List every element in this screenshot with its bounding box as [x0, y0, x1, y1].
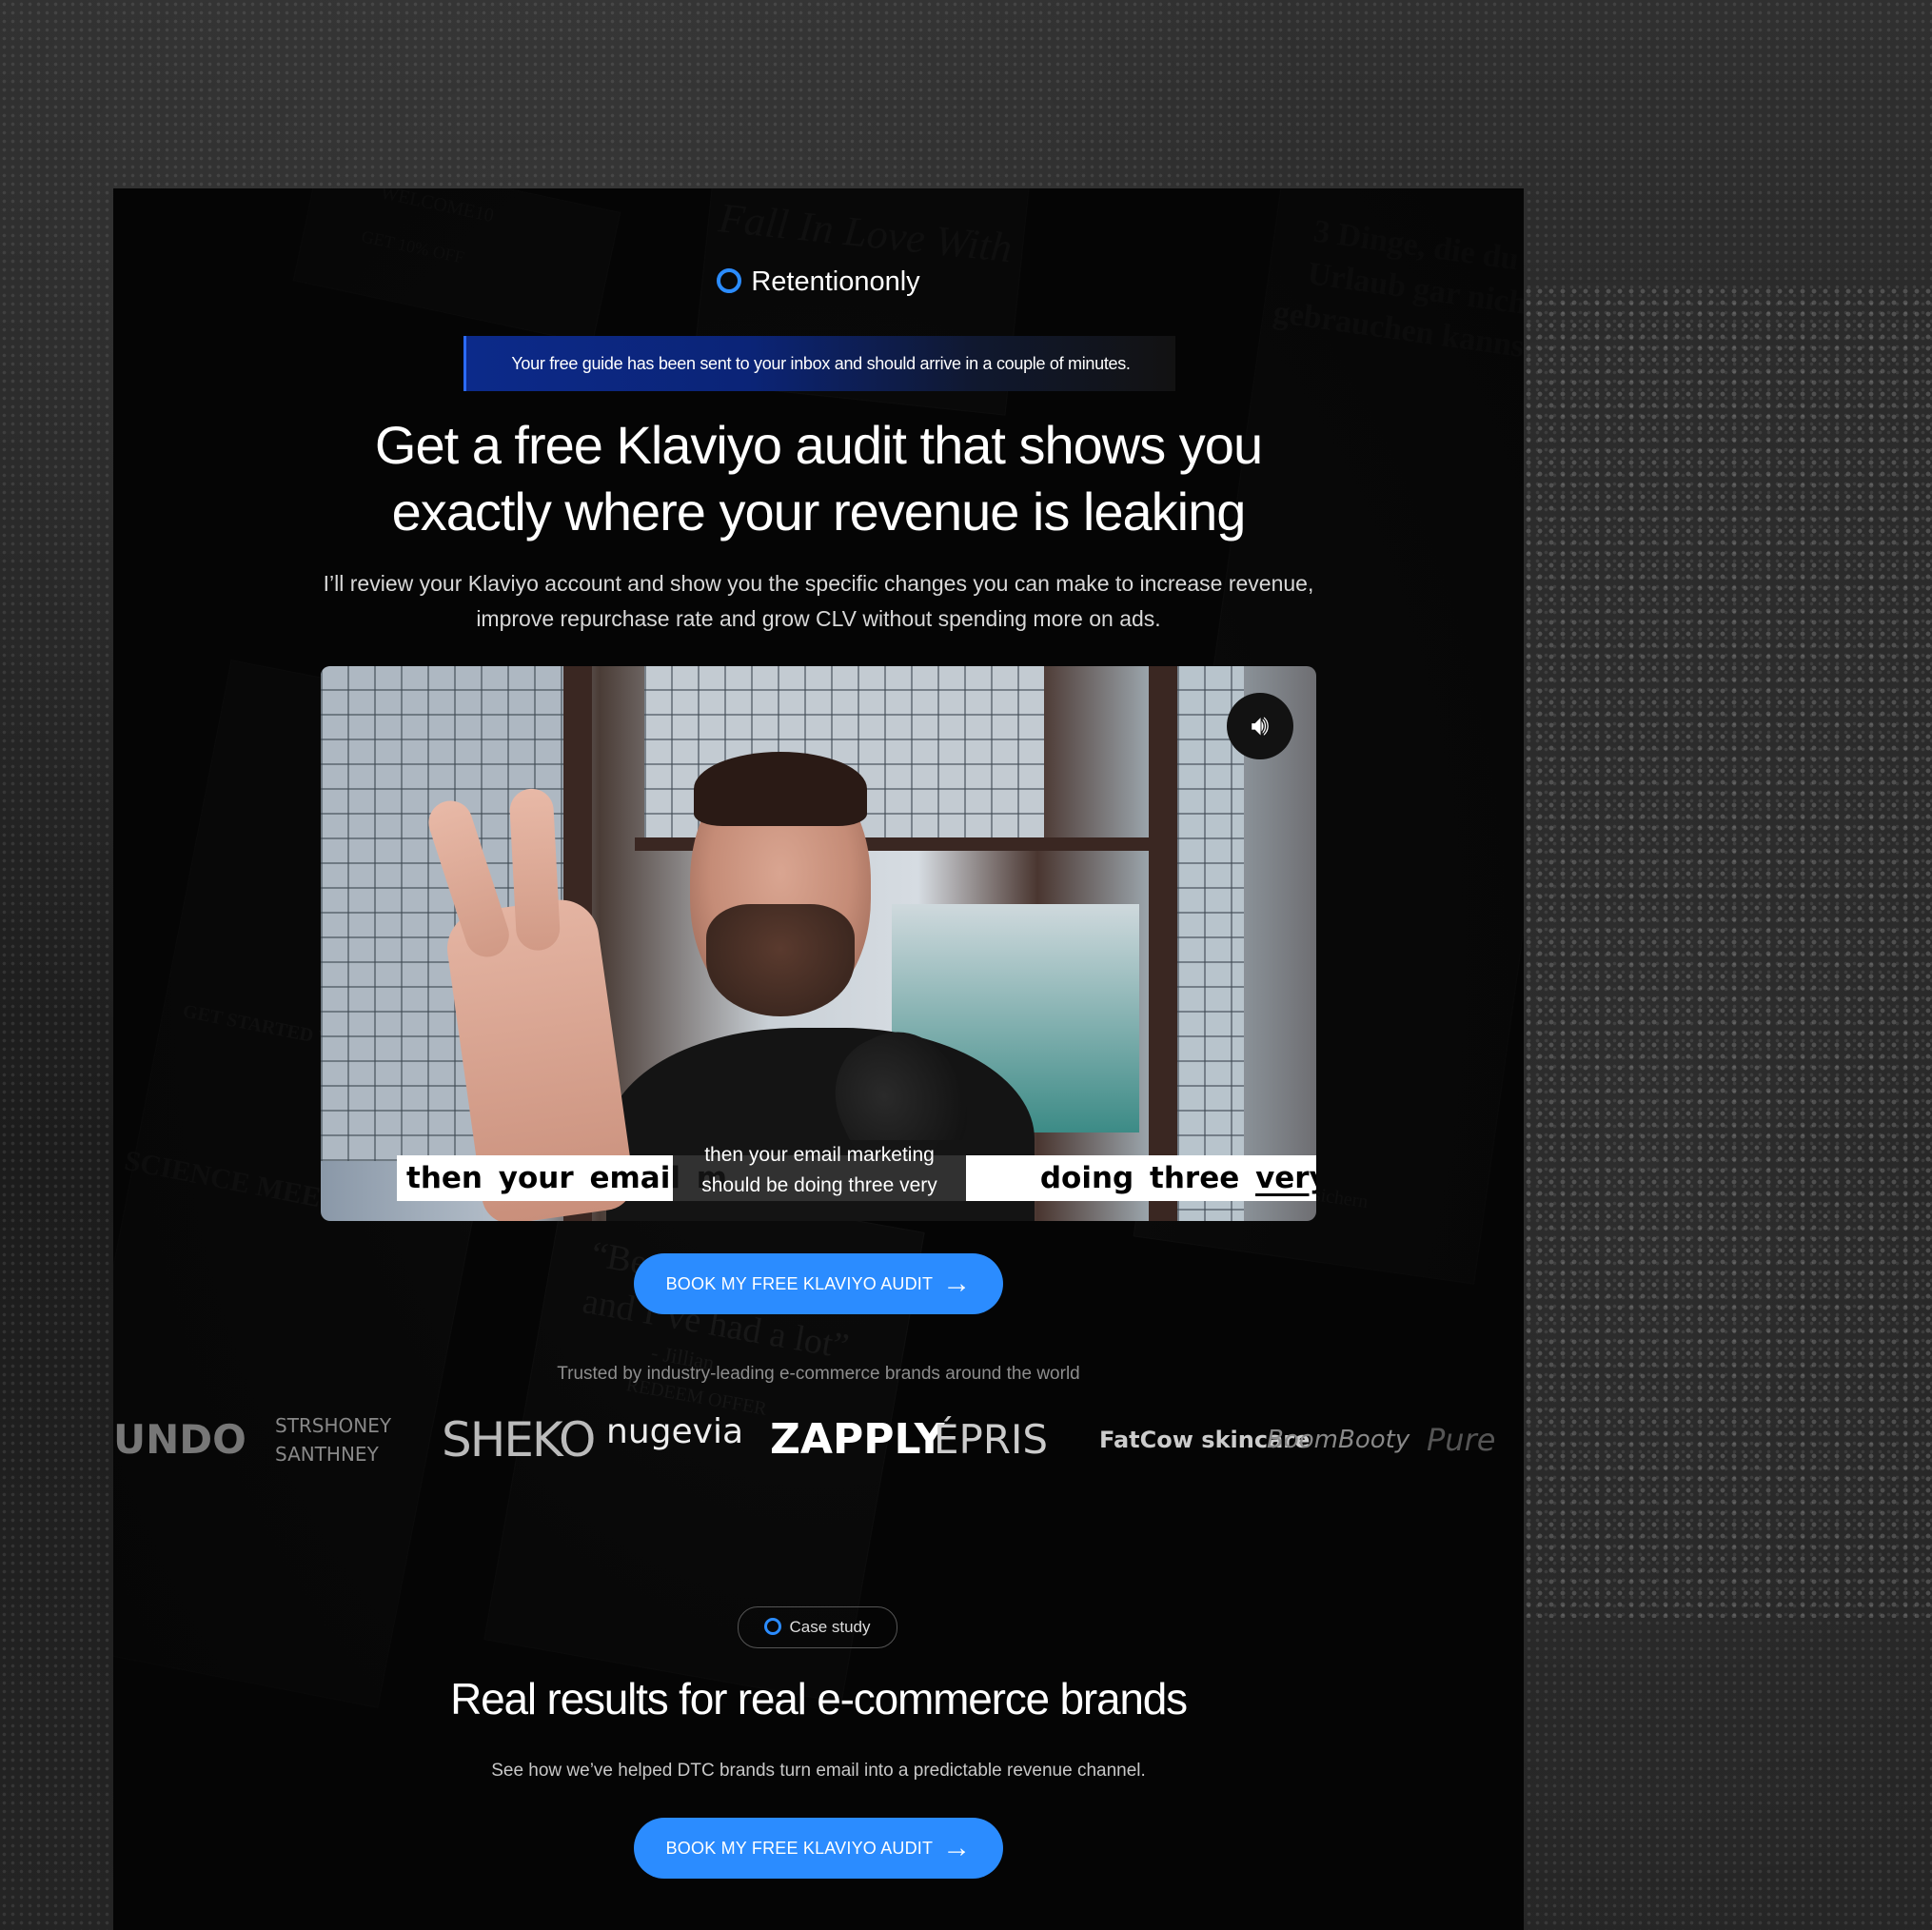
ring-icon [764, 1618, 782, 1635]
brand-logo[interactable]: Retentiononly [113, 266, 1524, 298]
logo-zapply: ZAPPLY [770, 1415, 945, 1464]
person-beard [706, 904, 855, 1016]
logo-sheko: SHEKO [442, 1412, 596, 1467]
arrow-right-icon: → [942, 1268, 972, 1299]
hero-title: Get a free Klaviyo audit that shows you … [374, 415, 1263, 542]
building-right [1177, 666, 1244, 1221]
hero-subtitle: I’ll review your Klaviyo account and sho… [323, 571, 1314, 631]
logo-nugevia: nugevia [606, 1412, 743, 1451]
landing-page-panel: WELCOME10 GET 10% OFF Fall In Love With … [113, 188, 1524, 1930]
background-dot-pattern [1523, 286, 1932, 1618]
logo-pure: Pure [1427, 1422, 1496, 1458]
guide-sent-notice: Your free guide has been sent to your in… [463, 336, 1175, 391]
window-frame-right [1149, 666, 1177, 1221]
person-hair [694, 752, 867, 826]
video-player[interactable]: 🔊︎ then your email m doing three very th… [321, 666, 1316, 1221]
results-subtitle: See how we’ve helped DTC brands turn ema… [491, 1761, 1146, 1781]
logo-boombooty: BoomBooty [1267, 1426, 1410, 1454]
logo-epris: ÉPRIS [934, 1416, 1049, 1463]
unmute-button[interactable]: 🔊︎ [1227, 693, 1293, 759]
arrow-right-icon: → [942, 1832, 972, 1863]
brand-logo-strip: UNDO STRSHONEY SANTHNEY SHEKO nugevia ZA… [113, 1407, 1524, 1473]
logo-strshoney: STRSHONEY SANTHNEY [275, 1414, 392, 1466]
brand-name: Retentiononly [751, 266, 920, 297]
caption-overlay: then your email marketing should be doin… [673, 1140, 966, 1201]
brand-ring-icon [717, 268, 742, 293]
book-audit-button[interactable]: BOOK MY FREE KLAVIYO AUDIT → [634, 1253, 1003, 1314]
trusted-by-label: Trusted by industry-leading e-commerce b… [557, 1364, 1080, 1384]
results-title: Real results for real e-commerce brands [450, 1674, 1188, 1723]
book-audit-button-secondary[interactable]: BOOK MY FREE KLAVIYO AUDIT → [634, 1818, 1003, 1879]
speaker-icon: 🔊︎ [1251, 710, 1270, 741]
case-study-badge: Case study [738, 1606, 897, 1648]
logo-undo: UNDO [113, 1416, 246, 1463]
